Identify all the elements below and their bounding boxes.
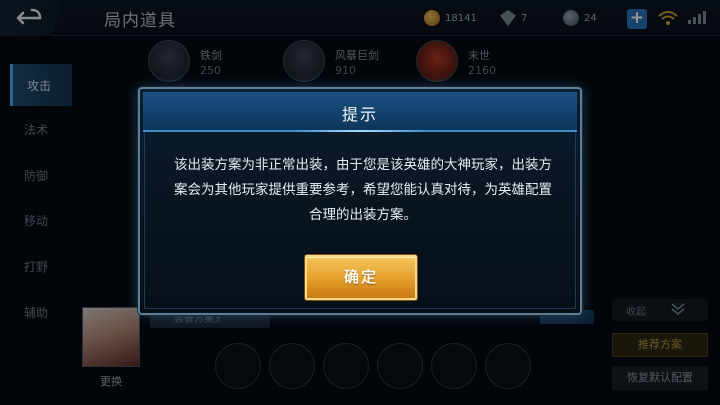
dialog-header: 提示 <box>143 92 577 132</box>
dialog-title: 提示 <box>341 105 378 124</box>
alert-dialog: 提示 该出装方案为非正常出装，由于您是该英雄的大神玩家，出装方案会为其他玩家提供… <box>138 87 582 315</box>
confirm-button[interactable]: 确定 <box>305 255 417 300</box>
dialog-message: 该出装方案为非正常出装，由于您是该英雄的大神玩家，出装方案会为其他玩家提供重要参… <box>174 157 552 223</box>
